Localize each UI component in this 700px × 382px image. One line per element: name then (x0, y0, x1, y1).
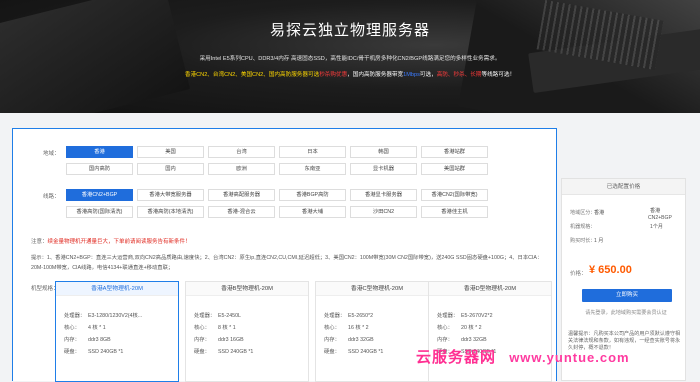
region-option-europe[interactable]: 欧洲 (208, 163, 275, 175)
spec-cores: 核心： 16 核 * 2 (324, 325, 369, 331)
promo-part: 秒杀购优惠 (319, 72, 348, 78)
spec-cpu: 处理器： E5-2670V2*2 (437, 313, 493, 319)
line-option-shatin-cn2[interactable]: 沙田CN2 (350, 206, 417, 218)
summary-value-line: CN2+BGP (648, 215, 672, 221)
line-option-taipo[interactable]: 香港大埔 (279, 206, 346, 218)
region-option-hk-sitegroup[interactable]: 香港站群 (421, 146, 488, 158)
region-option-southeast-asia[interactable]: 东南亚 (279, 163, 346, 175)
line-option-high-config[interactable]: 香港高配服务器 (208, 189, 275, 201)
summary-value-duration-short: 1个月 (650, 224, 664, 230)
tips-text: 1、香港CN2+BGP：直连三大运营商,双向CN2高品质路由,速度快；2、台湾C… (31, 255, 543, 271)
region-option-domestic[interactable]: 国内 (137, 163, 204, 175)
promo-part: 香港CN2、台湾CN2、美国CN2、国内高防服务器可选 (184, 72, 320, 78)
machine-card-title: 香港A型物理机-20M (56, 282, 178, 296)
region-option-hongkong[interactable]: 香港 (66, 146, 133, 158)
spec-disk: 硬盘： SSD 240GB *1 (64, 349, 124, 355)
summary-value-duration: 1 月 (594, 238, 604, 244)
region-option-japan[interactable]: 日本 (279, 146, 346, 158)
line-option-big-bandwidth[interactable]: 香港大带宽服务器 (137, 189, 204, 201)
config-panel: 地域： 香港 美国 台湾 日本 韩国 香港站群 国内高防 国内 欧洲 东南亚 显… (12, 128, 557, 382)
region-label: 地域： (43, 151, 60, 157)
spec-cores: 核心： 20 核 * 2 (437, 325, 482, 331)
machine-card-title: 香港D型物理机-20M (429, 282, 551, 296)
machine-card-title: 香港B型物理机-20M (186, 282, 308, 296)
tips: 提示：1、香港CN2+BGP：直连三大运营商,双向CN2高品质路由,速度快；2、… (31, 253, 551, 273)
promo-part: 等线路可选！ (481, 72, 516, 78)
watermark-url: www.yuntue.com (509, 350, 630, 365)
summary-key-region: 地域区分： (570, 210, 596, 216)
watermark-text: 云服务器网 (416, 349, 497, 366)
hero-banner: 易探云独立物理服务器 采用Intel E5系列CPU、DDR3/4内存 高速固态… (0, 0, 700, 113)
order-summary-header: 已选配置价格 (562, 179, 685, 195)
region-option-taiwan[interactable]: 台湾 (208, 146, 275, 158)
hero-description: 采用Intel E5系列CPU、DDR3/4内存 高速固态SSD，高性能IDC/… (199, 56, 501, 62)
line-option-ddos-local[interactable]: 香港高防(本地清洗) (137, 206, 204, 218)
region-option-korea[interactable]: 韩国 (350, 146, 417, 158)
login-note: 请先登录，此地域购买需要会员认证 (585, 310, 667, 316)
notice-text: 续金量物理机开通量巨大，下单前请阅读服务告有新条件！ (47, 239, 191, 245)
line-label: 线路： (43, 194, 60, 200)
spec-ram: 内存： ddr3 16GB (194, 337, 244, 343)
spec-disk: 硬盘： SSD 240GB *1 (194, 349, 254, 355)
tips-label: 提示： (31, 255, 47, 261)
promo-part: ，国内高防服务器带宽 (347, 72, 404, 78)
price-value: ¥ 650.00 (589, 264, 632, 276)
spec-ram: 内存： ddr3 32GB (324, 337, 374, 343)
notice: 注意：续金量物理机开通量巨大，下单前请阅读服务告有新条件！ (31, 237, 191, 245)
region-option-usa[interactable]: 美国 (137, 146, 204, 158)
region-option-gpu[interactable]: 显卡机器 (350, 163, 417, 175)
line-option-ddos-intl[interactable]: 香港高防(国际清洗) (66, 206, 133, 218)
region-option-us-sitegroup[interactable]: 美国站群 (421, 163, 488, 175)
promo-part: 可选， (419, 72, 437, 78)
summary-value-line-prefix: 香港 (650, 208, 661, 214)
spec-cpu: 处理器： E5-2650*2 (324, 313, 374, 319)
spec-ram: 内存： ddr3 32GB (437, 337, 487, 343)
line-option-hybrid-cloud[interactable]: 香港-混合云 (208, 206, 275, 218)
line-option-bgp-ddos[interactable]: 香港BGP高防 (279, 189, 346, 201)
spec-disk: 硬盘： SSD 240GB *1 (324, 349, 384, 355)
spec-ram: 内存： ddr3 8GB (64, 337, 111, 343)
buy-now-button[interactable]: 立即购买 (582, 289, 672, 302)
price-label: 价格： (570, 271, 587, 277)
summary-value-region: 香港 (594, 210, 605, 216)
machine-card-a[interactable]: 香港A型物理机-20M 处理器： E3-1280/1230V2(4核... 核心：… (55, 281, 179, 382)
hero-promo-line: 香港CN2、台湾CN2、美国CN2、国内高防服务器可选秒杀购优惠，国内高防服务器… (0, 70, 700, 78)
hero-title: 易探云独立物理服务器 (269, 22, 430, 39)
spec-cpu: 处理器： E5-2450L (194, 313, 241, 319)
watermark: 云服务器网 www.yuntue.com (416, 346, 630, 367)
spec-cores: 核心： 8 核 * 1 (194, 325, 236, 331)
summary-key-duration: 购买时长： (570, 238, 596, 244)
promo-part: 高防、秒杀、长期 (436, 72, 482, 78)
line-option-cn2-intl[interactable]: 香港CN2(国际带宽) (421, 189, 488, 201)
promo-part: 1Mbps (403, 72, 420, 78)
spec-cpu: 处理器： E3-1280/1230V2(4核... (64, 313, 143, 319)
notice-label: 注意： (31, 239, 48, 245)
summary-key-machine: 机器规格： (570, 224, 596, 230)
spec-cores: 核心： 4 核 * 1 (64, 325, 106, 331)
line-option-cn2-bgp[interactable]: 香港CN2+BGP (66, 189, 133, 201)
region-option-domestic-ddos[interactable]: 国内高防 (66, 163, 133, 175)
machine-card-title: 香港C型物理机-20M (316, 282, 438, 296)
machine-card-b[interactable]: 香港B型物理机-20M 处理器： E5-2450L 核心： 8 核 * 1 内存： d… (185, 281, 309, 382)
line-option-jia-host[interactable]: 香港佳主机 (421, 206, 488, 218)
line-option-gpu-server[interactable]: 香港显卡服务器 (350, 189, 417, 201)
